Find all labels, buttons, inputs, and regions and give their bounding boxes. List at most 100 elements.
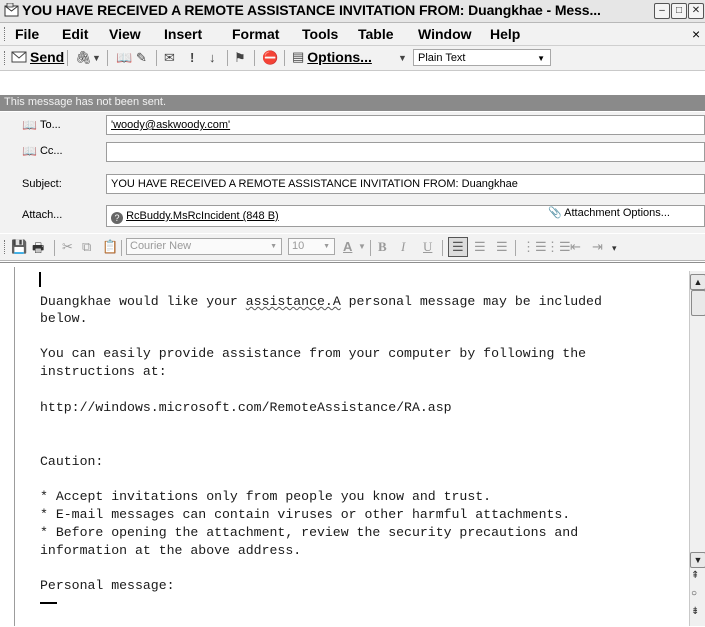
menu-tools[interactable]: Tools — [302, 26, 338, 42]
previous-page-icon[interactable]: ⇞ — [691, 570, 699, 581]
copy-icon[interactable]: ⧉ — [82, 239, 91, 255]
formatting-toolbar: 💾 🖶 ✂ ⧉ 📋 Courier New ▼ 10 ▼ A ▼ B I U ☰… — [0, 234, 705, 261]
toolbar-grip[interactable] — [4, 240, 8, 254]
cut-icon[interactable]: ✂ — [62, 239, 73, 255]
separator — [156, 50, 157, 66]
text-cursor — [39, 272, 41, 287]
message-format-value: Plain Text — [418, 52, 466, 64]
toolbar-overflow-icon[interactable]: ▾ — [612, 243, 617, 254]
chevron-down-icon: ▼ — [270, 243, 277, 250]
send-button[interactable]: Send — [11, 49, 64, 65]
separator — [254, 50, 255, 66]
menu-help[interactable]: Help — [490, 26, 520, 42]
subject-label: Subject: — [22, 178, 62, 190]
body-line: * Accept invitations only from people yo… — [40, 489, 492, 504]
to-field[interactable]: 'woody@askwoody.com' — [106, 115, 705, 135]
decrease-indent-icon[interactable]: ⇤ — [570, 239, 581, 255]
attach-icon[interactable]: 🖇 — [75, 50, 92, 66]
chevron-down-icon[interactable]: ▼ — [358, 242, 366, 251]
check-names-icon[interactable]: ✎ — [136, 50, 147, 66]
flag-icon[interactable]: ⚑ — [234, 50, 246, 66]
separator — [442, 240, 443, 256]
message-options-icon: ▤ — [292, 49, 305, 64]
print-icon[interactable]: 🖶 — [32, 239, 44, 261]
window-title: YOU HAVE RECEIVED A REMOTE ASSISTANCE IN… — [22, 2, 601, 18]
separator — [284, 50, 285, 66]
bullets-icon[interactable]: ⋮☰ — [546, 239, 571, 255]
body-url: http://windows.microsoft.com/RemoteAssis… — [40, 400, 452, 415]
separator — [107, 50, 108, 66]
font-color-icon[interactable]: A — [343, 239, 352, 254]
italic-button[interactable]: I — [401, 239, 405, 255]
scroll-thumb[interactable] — [691, 290, 705, 316]
importance-low-icon[interactable]: ↓ — [209, 50, 216, 65]
maximize-icon[interactable]: □ — [671, 3, 687, 19]
paste-icon[interactable]: 📋 — [102, 239, 118, 255]
menu-grip[interactable] — [4, 27, 8, 41]
scroll-down-icon[interactable]: ▼ — [690, 552, 705, 568]
body-line: You can easily provide assistance from y… — [40, 346, 587, 361]
font-name-select[interactable]: Courier New ▼ — [126, 238, 282, 255]
bold-button[interactable]: B — [378, 239, 387, 255]
align-left-icon: ☰ — [452, 239, 464, 254]
align-left-button[interactable]: ☰ — [448, 237, 468, 257]
attachment-options-button[interactable]: 📎 Attachment Options... — [548, 206, 670, 219]
font-size-select[interactable]: 10 ▼ — [288, 238, 335, 255]
cc-button[interactable]: 📖 Cc... — [22, 144, 63, 158]
to-button[interactable]: 📖 To... — [22, 118, 61, 132]
align-center-icon[interactable]: ☰ — [474, 239, 486, 255]
body-line: below. — [40, 311, 88, 326]
options-button[interactable]: ▤ Options... — [292, 49, 372, 65]
attachment-link[interactable]: RcBuddy.MsRcIncident (848 B) — [126, 210, 279, 222]
minimize-icon[interactable]: – — [654, 3, 670, 19]
address-book-icon[interactable]: 📖 — [116, 50, 132, 66]
cc-field[interactable] — [106, 142, 705, 162]
menu-window[interactable]: Window — [418, 26, 472, 42]
align-right-icon[interactable]: ☰ — [496, 239, 508, 255]
envelope-icon[interactable]: ✉ — [164, 50, 175, 66]
underline-button[interactable]: U — [423, 239, 432, 255]
menu-bar: File Edit View Insert Format Tools Table… — [0, 23, 705, 46]
title-bar: YOU HAVE RECEIVED A REMOTE ASSISTANCE IN… — [0, 0, 705, 23]
next-page-icon[interactable]: ⇟ — [691, 606, 699, 617]
permission-icon[interactable]: ⛔ — [262, 50, 278, 66]
cc-label: Cc... — [39, 145, 63, 157]
body-line: Duangkhae would like your assistance.A p… — [40, 294, 602, 309]
body-line: instructions at: — [40, 364, 167, 379]
select-browse-object-icon[interactable]: ○ — [691, 588, 697, 599]
info-bar: This message has not been sent. — [0, 95, 705, 111]
misspelled-word[interactable]: assistance.A — [246, 294, 341, 309]
separator — [54, 240, 55, 256]
subject-value: YOU HAVE RECEIVED A REMOTE ASSISTANCE IN… — [111, 178, 518, 190]
to-recipient[interactable]: 'woody@askwoody.com' — [111, 119, 230, 131]
separator — [370, 240, 371, 256]
font-size-value: 10 — [292, 240, 305, 252]
menu-edit[interactable]: Edit — [62, 26, 88, 42]
message-icon — [4, 3, 19, 17]
address-book-icon: 📖 — [22, 118, 37, 132]
send-label: Send — [30, 49, 65, 65]
menu-view[interactable]: View — [109, 26, 141, 42]
insertion-marker — [40, 602, 57, 604]
message-format-select[interactable]: Plain Text ▼ — [413, 49, 551, 66]
increase-indent-icon[interactable]: ⇥ — [592, 239, 603, 255]
chevron-down-icon: ▼ — [537, 54, 545, 63]
separator — [515, 240, 516, 256]
attach-dropdown-icon[interactable]: ▼ — [92, 53, 101, 63]
menu-file[interactable]: File — [15, 26, 39, 42]
options-dropdown-icon[interactable]: ▼ — [398, 53, 407, 63]
menu-format[interactable]: Format — [232, 26, 279, 42]
body-line: Personal message: — [40, 578, 175, 593]
menu-table[interactable]: Table — [358, 26, 394, 42]
close-icon[interactable]: ✕ — [688, 3, 704, 19]
numbering-icon[interactable]: ⋮☰ — [522, 239, 547, 255]
scroll-up-icon[interactable]: ▲ — [690, 274, 705, 290]
save-icon[interactable]: 💾 — [11, 239, 27, 255]
menu-insert[interactable]: Insert — [164, 26, 202, 42]
separator — [121, 240, 122, 256]
subject-field[interactable]: YOU HAVE RECEIVED A REMOTE ASSISTANCE IN… — [106, 174, 705, 194]
separator — [227, 50, 228, 66]
close-document-icon[interactable]: × — [692, 26, 700, 42]
importance-high-icon[interactable]: ! — [190, 50, 194, 65]
toolbar-grip[interactable] — [4, 51, 8, 65]
